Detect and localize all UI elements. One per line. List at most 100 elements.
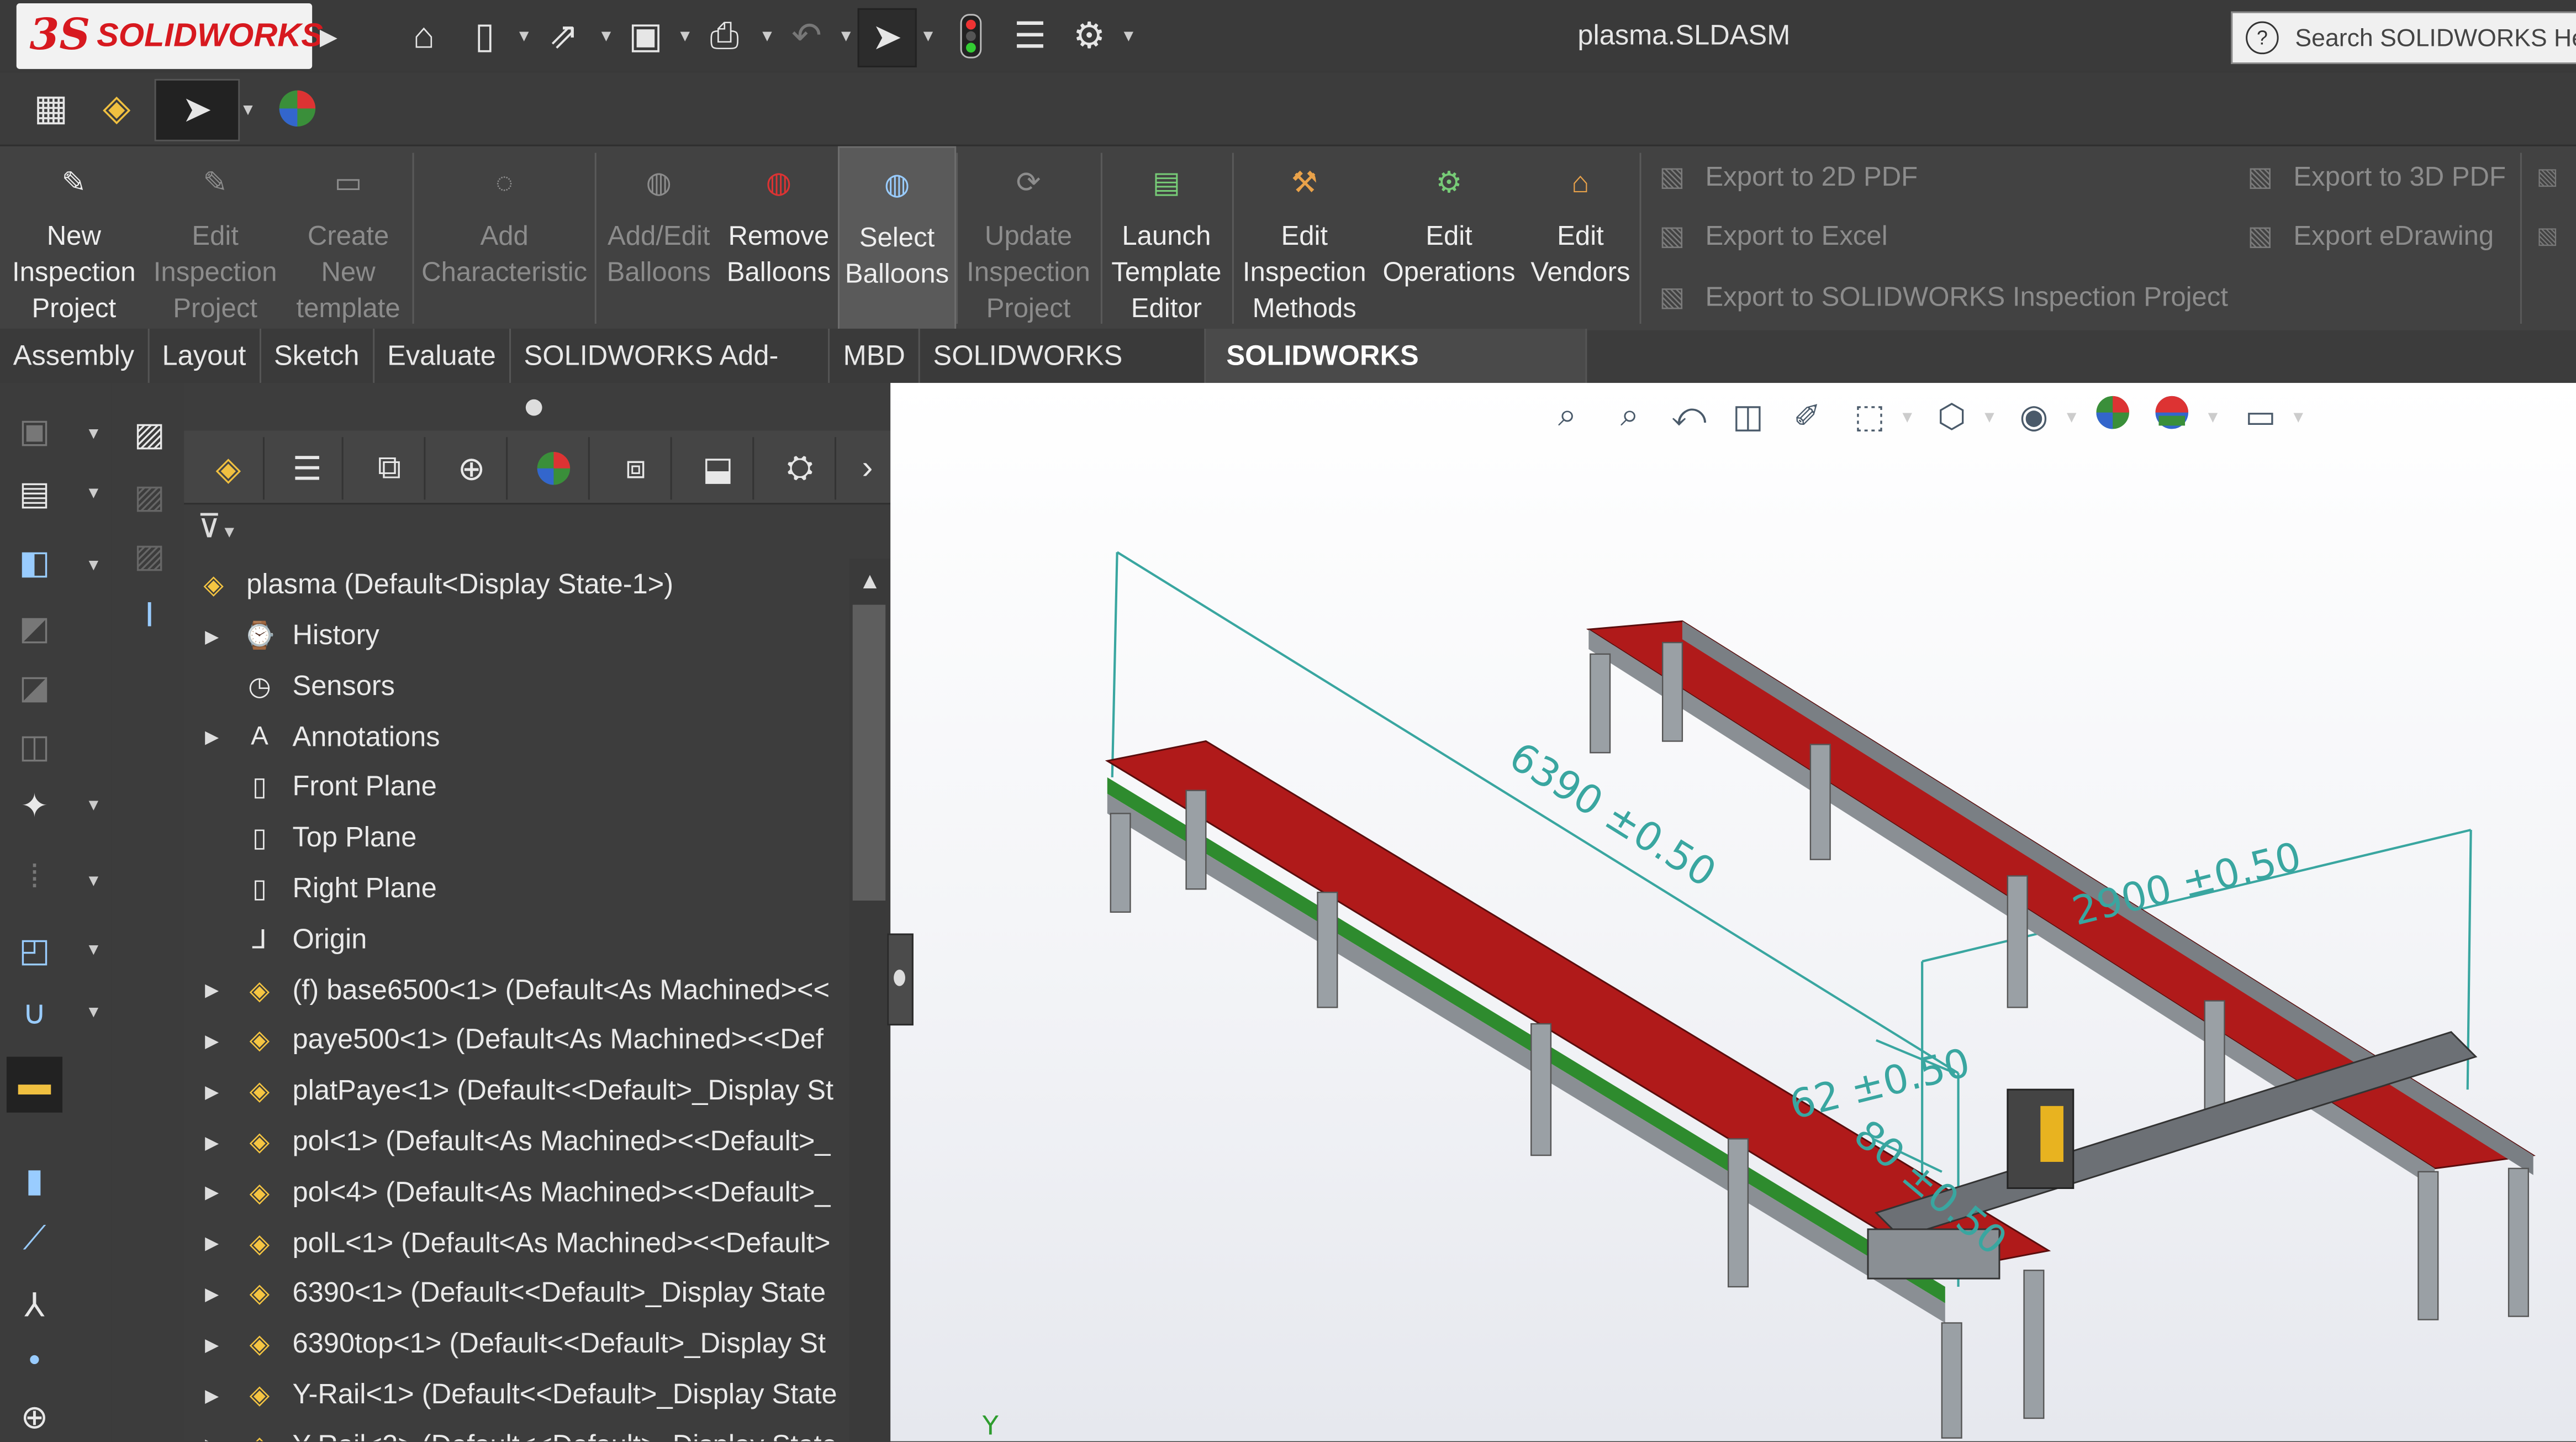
weldment-icon[interactable]: Ⅰ xyxy=(125,590,174,639)
new-document-icon[interactable]: ▯ xyxy=(460,12,509,61)
select-arrow-dropdown-icon[interactable]: ▼ xyxy=(240,102,256,120)
create-new-template-button[interactable]: ▭ Create New template xyxy=(286,146,411,330)
tree-item[interactable]: ▶ ◈ polL<1> (Default<As Machined><<Default… xyxy=(184,1219,849,1268)
edit-inspection-project-button[interactable]: ✎ Edit Inspection Project xyxy=(145,146,286,330)
smart-fastener-icon[interactable]: ◪ xyxy=(10,662,59,712)
tab-sketch[interactable]: Sketch xyxy=(261,328,374,383)
cam-operation-tab-icon[interactable]: ⬓ xyxy=(683,437,754,500)
expand-arrow-icon[interactable]: ▶ xyxy=(187,625,236,647)
undo-icon[interactable]: ↶ xyxy=(782,12,831,61)
edit-operations-button[interactable]: ⚙ Edit Operations xyxy=(1377,146,1522,330)
tree-item[interactable]: ▶ ◈ platPaye<1> (Default<<Default>_Display… xyxy=(184,1067,849,1116)
mate-icon[interactable]: ◧ xyxy=(10,538,59,587)
save-dropdown-icon[interactable]: ▼ xyxy=(677,28,693,46)
filter-dropdown-icon[interactable]: ▼ xyxy=(221,524,237,543)
point-icon[interactable]: • xyxy=(10,1336,59,1385)
select-pointer-icon[interactable]: ➤ xyxy=(857,8,917,67)
expand-arrow-icon[interactable]: ▶ xyxy=(187,1435,236,1441)
insert-component-icon[interactable]: ▤ xyxy=(10,469,59,518)
remove-balloons-button[interactable]: ◍ Remove Balloons xyxy=(720,146,838,330)
reference-geometry-icon[interactable]: ◰ xyxy=(10,925,59,975)
tab-layout[interactable]: Layout xyxy=(149,328,261,383)
feature-tree-tab-icon[interactable]: ◈ xyxy=(194,437,265,500)
select-dropdown-icon[interactable]: ▼ xyxy=(920,28,936,46)
select-balloons-button[interactable]: ◍ Select Balloons xyxy=(837,146,957,334)
tree-root[interactable]: ◈ plasma (Default<Display State-1>) xyxy=(184,560,849,609)
tree-item[interactable]: ▯ Top Plane xyxy=(184,814,849,863)
exploded-view-icon[interactable]: ▮ xyxy=(10,1155,59,1204)
display-manager-tab-icon[interactable] xyxy=(519,437,590,500)
dimxpert-tab-icon[interactable]: ⊕ xyxy=(437,437,508,500)
tabs-scroll-right-icon[interactable]: › xyxy=(848,437,887,499)
tab-solidworks-cam[interactable]: SOLIDWORKS CAM xyxy=(920,328,1207,425)
save-icon[interactable]: ▣ xyxy=(621,12,670,61)
export-2d-pdf-button[interactable]: ▧ Export to 2D PDF xyxy=(1659,161,1918,194)
options-gear-icon[interactable]: ⚙ xyxy=(1064,12,1113,61)
tree-item[interactable]: ▶ ◈ Y-Rail<1> (Default<<Default>_Display S… xyxy=(184,1371,849,1420)
triad-icon[interactable]: ⅄ xyxy=(10,1280,59,1329)
mate-dropdown-icon[interactable]: ▼ xyxy=(86,557,102,575)
print-icon[interactable]: ⎙ xyxy=(700,12,749,61)
expand-arrow-icon[interactable]: ▶ xyxy=(187,1334,236,1355)
configuration-manager-tab-icon[interactable]: ⧉ xyxy=(355,437,426,500)
expand-arrow-icon[interactable]: ▶ xyxy=(187,727,236,748)
sketch-icon-3[interactable]: ▨ xyxy=(125,531,174,580)
insert-dropdown-icon[interactable]: ▼ xyxy=(86,485,102,503)
tab-mbd[interactable]: MBD xyxy=(830,328,920,383)
overflow-icon-2[interactable]: ▧ xyxy=(2537,222,2558,250)
tree-item[interactable]: ▶ ◈ paye500<1> (Default<As Machined><<Def xyxy=(184,1016,849,1065)
print-dropdown-icon[interactable]: ▼ xyxy=(759,28,775,46)
launch-template-editor-button[interactable]: ▤ Launch Template Editor xyxy=(1104,146,1229,330)
tab-evaluate[interactable]: Evaluate xyxy=(374,328,511,383)
select-arrow-icon[interactable]: ➤ xyxy=(154,78,240,141)
component-icon[interactable]: ▣ xyxy=(10,406,59,455)
solidworks-logo[interactable]: 3S SOLIDWORKS xyxy=(16,3,323,69)
options-dropdown-icon[interactable]: ▼ xyxy=(1121,28,1137,46)
undo-dropdown-icon[interactable]: ▼ xyxy=(838,28,854,46)
cam-feature-tab-icon[interactable]: ⧈ xyxy=(601,437,672,500)
expand-arrow-icon[interactable]: ▶ xyxy=(187,1233,236,1254)
scroll-up-icon[interactable]: ▲ xyxy=(849,559,890,601)
component-cube-icon[interactable]: ◈ xyxy=(92,84,141,133)
new-inspection-project-button[interactable]: ✎ New Inspection Project xyxy=(3,146,145,330)
show-hidden-icon[interactable]: ✦ xyxy=(10,781,59,830)
tab-solidworks-add-ins[interactable]: SOLIDWORKS Add-Ins xyxy=(511,328,830,425)
hidden-dropdown-icon[interactable]: ▼ xyxy=(86,797,102,815)
instant3d-icon[interactable]: ⟋ xyxy=(10,1214,59,1264)
appearance-sphere-icon[interactable] xyxy=(273,84,322,133)
assembly-tree-icon[interactable]: ▦ xyxy=(27,84,76,133)
feature-dropdown-icon[interactable]: ▼ xyxy=(86,872,102,891)
update-inspection-project-button[interactable]: ⟳ Update Inspection Project xyxy=(959,146,1097,330)
expand-arrow-icon[interactable]: ▶ xyxy=(187,1030,236,1052)
new-dropdown-icon[interactable]: ▼ xyxy=(516,28,532,46)
open-icon[interactable]: ⇗ xyxy=(539,12,588,61)
rebuild-traffic-light-icon[interactable] xyxy=(946,12,995,61)
assembly-feature-icon[interactable]: ⁞ xyxy=(10,853,59,902)
edit-inspection-methods-button[interactable]: ⚒ Edit Inspection Methods xyxy=(1236,146,1374,330)
reference-dropdown-icon[interactable]: ▼ xyxy=(86,941,102,960)
edit-vendors-button[interactable]: ⌂ Edit Vendors xyxy=(1524,146,1636,330)
property-manager-tab-icon[interactable]: ☰ xyxy=(273,437,344,500)
tree-item[interactable]: ▶ ⌚ History xyxy=(184,612,849,661)
filter-icon[interactable]: ⊽▼ xyxy=(197,506,263,555)
tab-solidworks-inspection[interactable]: SOLIDWORKS Inspection xyxy=(1206,328,1587,425)
tree-item[interactable]: ▶ ◈ 6390top<1> (Default<<Default>_Display … xyxy=(184,1320,849,1369)
expand-arrow-icon[interactable]: ▶ xyxy=(187,1132,236,1153)
export-edrawing-button[interactable]: ▧ Export eDrawing xyxy=(2247,220,2494,253)
expand-arrow-icon[interactable]: ▶ xyxy=(187,1385,236,1406)
tree-item[interactable]: ▶ ◈ (f) base6500<1> (Default<As Machined><… xyxy=(184,966,849,1015)
expand-arrow-icon[interactable]: ▶ xyxy=(187,1182,236,1204)
export-excel-button[interactable]: ▧ Export to Excel xyxy=(1659,220,1887,253)
new-motion-study-icon[interactable]: ∪ xyxy=(10,988,59,1037)
tree-item[interactable]: ▶ ◈ 6390<1> (Default<<Default>_Display Sta… xyxy=(184,1269,849,1318)
file-properties-icon[interactable]: ☰ xyxy=(1005,12,1054,61)
linear-pattern-icon[interactable]: ◩ xyxy=(10,603,59,652)
scroll-thumb[interactable] xyxy=(852,604,886,901)
sketch-icon-2[interactable]: ▨ xyxy=(125,472,174,521)
export-3d-pdf-button[interactable]: ▧ Export to 3D PDF xyxy=(2247,161,2506,194)
tree-item[interactable]: ▶ ◈ pol<4> (Default<As Machined><<Default>… xyxy=(184,1168,849,1217)
panel-grip-icon[interactable] xyxy=(525,399,542,416)
tree-item[interactable]: ◷ Sensors xyxy=(184,662,849,711)
cam-tool-tab-icon[interactable]: ⛭ xyxy=(766,437,837,500)
tree-item[interactable]: ▶◈ Y-Rail<2> (Default<<Default>_Display S… xyxy=(184,1421,849,1441)
